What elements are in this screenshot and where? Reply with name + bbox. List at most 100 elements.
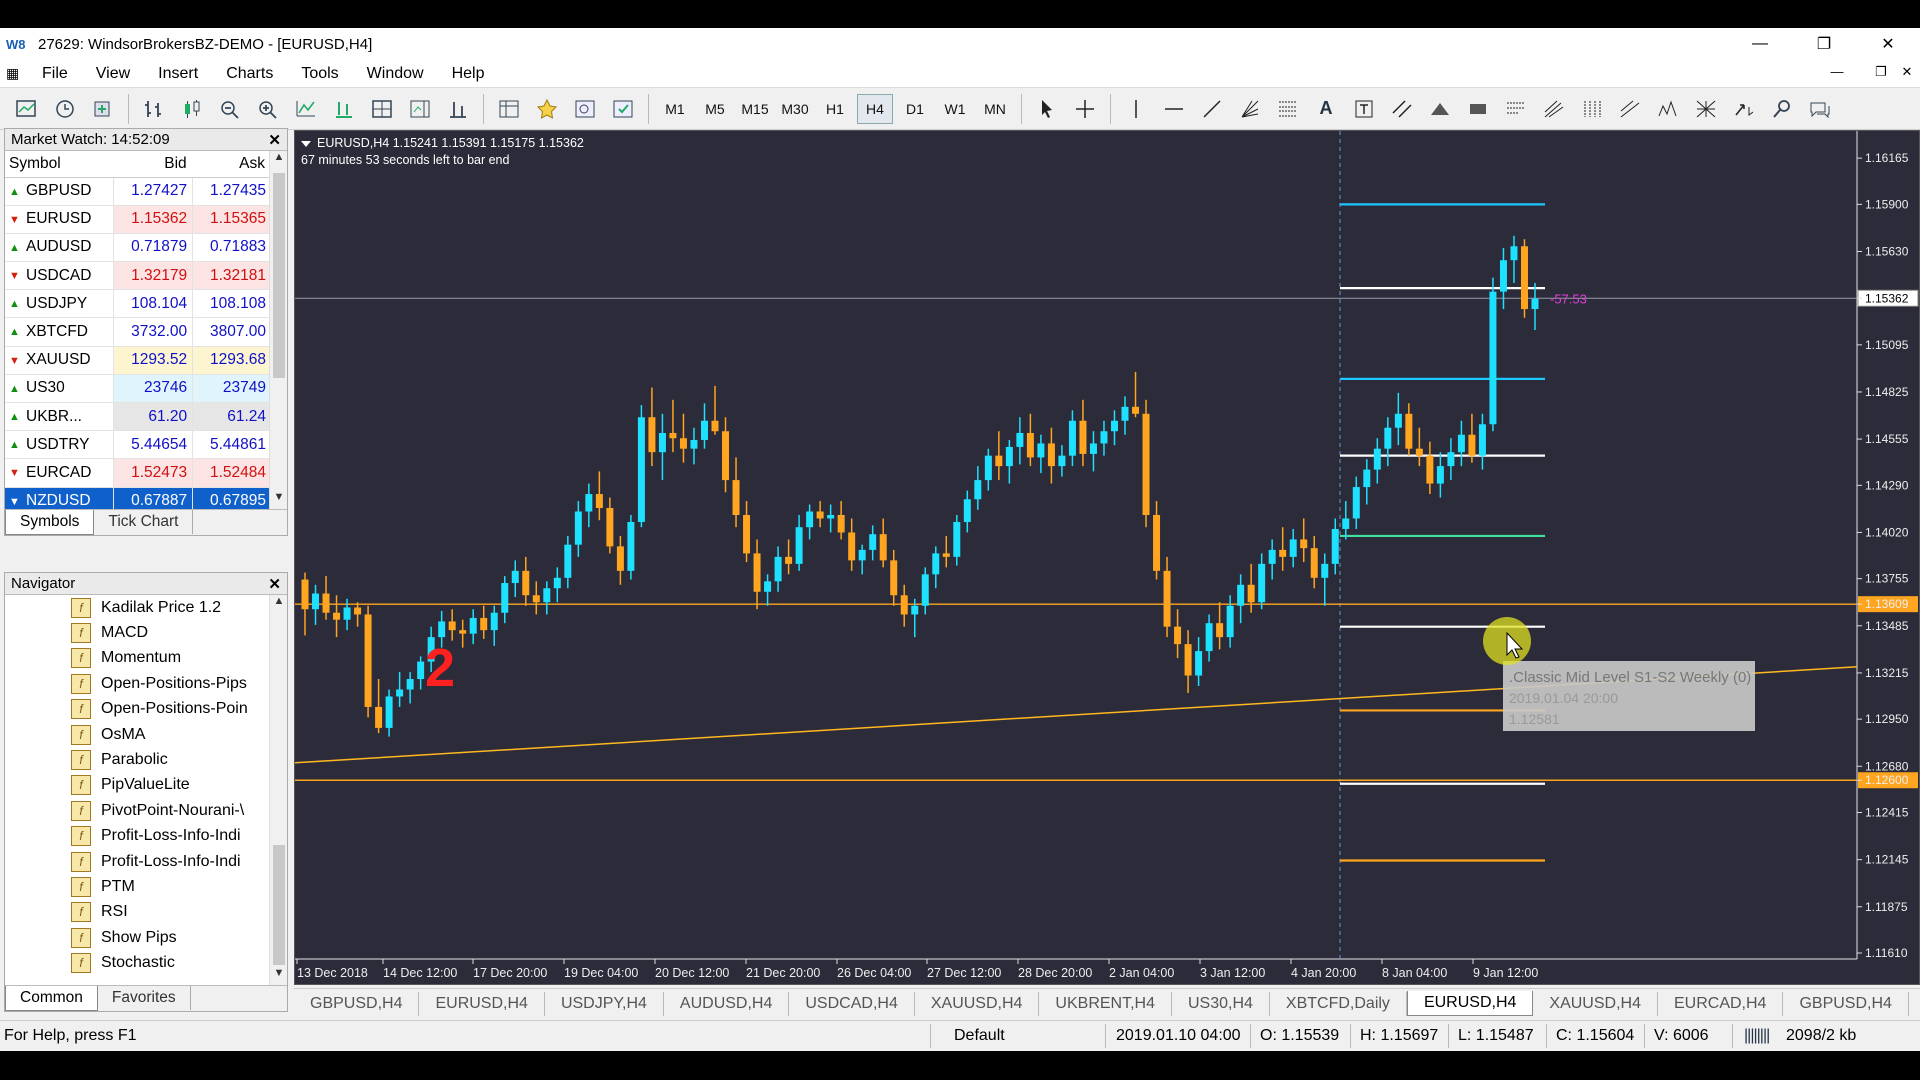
bid-cell[interactable]: 1.32179 [113, 261, 193, 291]
chart-tab[interactable]: GBPUSD,H4 [1783, 991, 1909, 1016]
trendline-icon[interactable] [1195, 93, 1229, 125]
chart-tab[interactable]: EURUSD,H4 [1406, 991, 1534, 1016]
table-row[interactable]: ▼ EURUSD 1.15362 1.15365 [5, 205, 271, 234]
chart-tab[interactable]: EURUSD,H4 [419, 991, 545, 1016]
minimize-icon[interactable]: — [1728, 28, 1792, 60]
tf-w1[interactable]: W1 [937, 94, 973, 124]
table-row[interactable]: ▼ XAUUSD 1293.52 1293.68 [5, 346, 271, 375]
tf-m1[interactable]: M1 [657, 94, 693, 124]
menu-charts[interactable]: Charts [212, 65, 287, 83]
chart-tab[interactable]: XAUUSD,H4 [1533, 991, 1658, 1016]
bid-cell[interactable]: 61.20 [113, 402, 193, 432]
fibonacci-fan-icon[interactable] [1233, 93, 1267, 125]
horizontal-line-icon[interactable] [1157, 93, 1191, 125]
line-chart-icon[interactable] [289, 93, 323, 125]
navigator-item[interactable]: f PTM [5, 874, 269, 899]
menu-insert[interactable]: Insert [144, 65, 212, 83]
scroll-up-icon[interactable]: ▲ [270, 151, 287, 169]
navigator-item[interactable]: f Profit-Loss-Info-Indi [5, 849, 269, 874]
symbol-cell[interactable]: ▼ USDCAD [5, 261, 114, 291]
chart-tab[interactable]: GBPUSD,H4 [294, 991, 420, 1016]
chart-tab[interactable]: AUDUSD,H4 [664, 991, 790, 1016]
symbol-cell[interactable]: ▲ US30 [5, 374, 114, 404]
table-row[interactable]: ▼ EURCAD 1.52473 1.52484 [5, 458, 271, 488]
cursor-icon[interactable] [1030, 93, 1064, 125]
chart-window[interactable]: 1.16165 1.15900 1.15630 1.15362 1.15095 1.148… [294, 130, 1920, 985]
scroll-thumb[interactable] [273, 173, 285, 378]
mdi-minimize-icon[interactable]: — [1826, 64, 1848, 84]
ask-cell[interactable]: 108.108 [192, 289, 271, 319]
navigator-item[interactable]: f PipValueLite [5, 773, 269, 798]
history-icon[interactable] [48, 93, 82, 125]
scroll-thumb[interactable] [273, 845, 285, 965]
tf-m5[interactable]: M5 [697, 94, 733, 124]
navigator-item[interactable]: f PivotPoint-Nourani-\ [5, 798, 269, 823]
navigator-item[interactable]: f Open-Positions-Poin [5, 697, 269, 722]
elliott-wave-icon[interactable] [1651, 93, 1685, 125]
autotrading-icon[interactable] [606, 93, 640, 125]
channel-icon[interactable] [1385, 93, 1419, 125]
table-row[interactable]: ▲ UKBR... 61.20 61.24 [5, 402, 271, 432]
table-row[interactable]: ▲ AUDUSD 0.71879 0.71883 [5, 233, 271, 263]
tf-m30[interactable]: M30 [777, 94, 813, 124]
chart-tab[interactable]: USDCAD,H4 [789, 991, 915, 1016]
period-icon[interactable] [441, 93, 475, 125]
chart-shift-icon[interactable] [403, 93, 437, 125]
triangle-icon[interactable] [1423, 93, 1457, 125]
fibonacci-retracement-icon[interactable] [1271, 93, 1305, 125]
zoom-out-icon[interactable] [213, 93, 247, 125]
navigator-item[interactable]: f Parabolic [5, 747, 269, 772]
ask-cell[interactable]: 1.52484 [192, 458, 271, 488]
table-row[interactable]: ▲ US30 23746 23749 [5, 374, 271, 404]
ask-cell[interactable]: 1293.68 [192, 346, 271, 375]
column-header-symbol[interactable]: Symbol [5, 151, 114, 178]
chart-tab[interactable]: USDJPY,H4 [545, 991, 664, 1016]
search-icon[interactable] [1765, 93, 1799, 125]
navigator-item[interactable]: f Open-Positions-Pips [5, 671, 269, 696]
crosshair-icon[interactable] [1068, 93, 1102, 125]
menu-tools[interactable]: Tools [287, 65, 352, 83]
vertical-line-icon[interactable] [1119, 93, 1153, 125]
document-icon[interactable]: ▦ [6, 65, 28, 82]
bid-cell[interactable]: 108.104 [113, 289, 193, 319]
andrews-pitchfork-icon[interactable] [1537, 93, 1571, 125]
symbol-cell[interactable]: ▲ UKBR... [5, 402, 114, 432]
tf-m15[interactable]: M15 [737, 94, 773, 124]
bid-cell[interactable]: 0.71879 [113, 233, 193, 263]
tab-symbols[interactable]: Symbols [5, 510, 95, 535]
price-chart[interactable]: 1.16165 1.15900 1.15630 1.15362 1.15095 1.148… [295, 131, 1919, 984]
arrows-icon[interactable] [1727, 93, 1761, 125]
bar-chart-icon[interactable] [137, 93, 171, 125]
symbol-cell[interactable]: ▲ AUDUSD [5, 233, 114, 263]
tf-d1[interactable]: D1 [897, 94, 933, 124]
zoom-in-icon[interactable] [251, 93, 285, 125]
symbol-cell[interactable]: ▼ EURCAD [5, 458, 114, 488]
chart-tab[interactable]: EURCAD,H4 [1658, 991, 1784, 1016]
column-header-ask[interactable]: Ask [192, 151, 271, 178]
column-header-bid[interactable]: Bid [113, 151, 193, 178]
navigator-scrollbar[interactable]: ▲ ▼ [269, 595, 287, 1011]
menu-view[interactable]: View [82, 65, 144, 83]
market-watch-scrollbar[interactable]: ▲ ▼ [269, 151, 287, 535]
symbol-cell[interactable]: ▼ XAUUSD [5, 346, 114, 375]
scroll-down-icon[interactable]: ▼ [270, 491, 287, 509]
favorites-icon[interactable] [530, 93, 564, 125]
symbol-cell[interactable]: ▼ EURUSD [5, 205, 114, 234]
navigator-item[interactable]: f MACD [5, 620, 269, 645]
navigator-item[interactable]: f Kadilak Price 1.2 [5, 595, 269, 620]
bid-cell[interactable]: 3732.00 [113, 317, 193, 347]
menu-file[interactable]: File [28, 65, 82, 83]
new-order-icon[interactable] [86, 93, 120, 125]
candle-chart-icon[interactable] [175, 93, 209, 125]
navigator-item[interactable]: f Show Pips [5, 925, 269, 950]
bid-cell[interactable]: 1293.52 [113, 346, 193, 375]
tf-h4[interactable]: H4 [857, 93, 893, 124]
chat-icon[interactable] [1803, 93, 1837, 125]
menu-help[interactable]: Help [438, 65, 499, 83]
strategy-tester-icon[interactable] [568, 93, 602, 125]
bid-cell[interactable]: 1.52473 [113, 458, 193, 488]
scroll-down-icon[interactable]: ▼ [270, 967, 287, 985]
chart-tab[interactable]: XBTCFD,Daily [1270, 991, 1407, 1016]
ask-cell[interactable]: 1.27435 [192, 177, 271, 206]
table-row[interactable]: ▲ USDJPY 108.104 108.108 [5, 289, 271, 319]
